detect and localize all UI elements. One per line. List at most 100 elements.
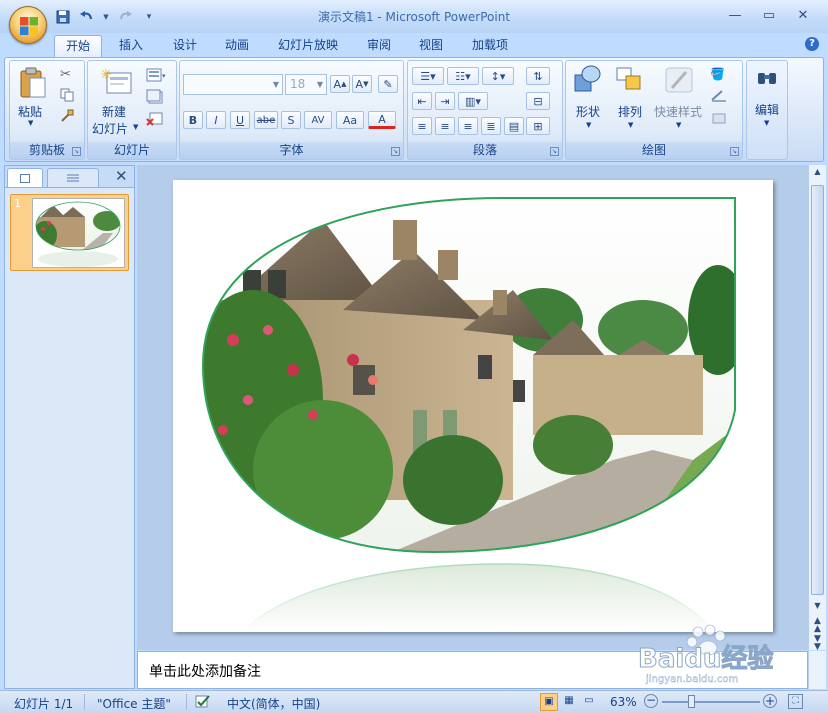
font-size-dropdown[interactable]: 18 ▼ xyxy=(285,74,327,95)
bullets-button[interactable]: ☰▾ xyxy=(412,67,444,85)
cut-icon[interactable]: ✂ xyxy=(60,67,71,82)
tab-slides-view[interactable] xyxy=(7,168,43,187)
spell-check-icon[interactable] xyxy=(194,694,212,713)
delete-slide-icon[interactable] xyxy=(146,111,164,130)
chevron-down-icon[interactable]: ▼ xyxy=(102,8,110,26)
slide-canvas[interactable] xyxy=(173,180,773,633)
customize-icon[interactable]: ▾ xyxy=(140,8,158,26)
scroll-up-icon[interactable]: ▲ xyxy=(811,167,824,181)
bold-button[interactable]: B xyxy=(183,111,203,129)
align-right-button[interactable]: ≡ xyxy=(458,117,478,135)
notes-pane[interactable]: 单击此处添加备注 xyxy=(137,651,808,689)
dialog-launcher-icon[interactable]: ↘ xyxy=(550,147,559,156)
shapes-button[interactable]: 形状 ▼ xyxy=(572,65,606,137)
dialog-launcher-icon[interactable]: ↘ xyxy=(730,147,739,156)
language-status[interactable]: 中文(简体，中国) xyxy=(227,695,320,712)
clear-format-button[interactable]: ✎ xyxy=(378,75,398,93)
dialog-launcher-icon[interactable]: ↘ xyxy=(391,147,400,156)
theme-name[interactable]: "Office 主题" xyxy=(97,695,171,712)
format-painter-icon[interactable] xyxy=(60,109,74,126)
chevron-down-icon: ▼ xyxy=(316,80,323,89)
scroll-thumb[interactable] xyxy=(811,185,824,595)
copy-icon[interactable] xyxy=(60,88,74,105)
tab-review[interactable]: 审阅 xyxy=(356,35,402,57)
help-icon[interactable]: ? xyxy=(805,37,819,51)
arrange-button[interactable]: 排列 ▼ xyxy=(614,65,648,137)
tab-design[interactable]: 设计 xyxy=(162,35,208,57)
chevron-down-icon: ▼ xyxy=(133,123,139,131)
group-paragraph: ☰▾ ☷▾ ↕▾ ⇅ ⇤ ⇥ ▥▾ ⊟ ≡ ≡ ≡ ≣ ▤ ⊞ 段落 ↘ xyxy=(407,60,563,160)
close-icon[interactable]: ✕ xyxy=(115,167,128,185)
zoom-out-icon[interactable]: − xyxy=(644,694,658,708)
minimize-icon[interactable]: — xyxy=(718,5,752,25)
zoom-level[interactable]: 63% xyxy=(610,695,637,709)
numbering-button[interactable]: ☷▾ xyxy=(447,67,479,85)
distribute-button[interactable]: ▤ xyxy=(504,117,524,135)
slide-counter: 幻灯片 1/1 xyxy=(14,697,74,711)
tab-addins[interactable]: 加载项 xyxy=(462,35,518,57)
tab-outline-view[interactable] xyxy=(47,168,99,187)
italic-button[interactable]: I xyxy=(206,111,226,129)
shadow-button[interactable]: S xyxy=(281,111,301,129)
reset-icon[interactable] xyxy=(146,89,164,108)
notes-scrollbar[interactable] xyxy=(808,651,826,689)
office-logo-icon xyxy=(20,17,38,35)
change-case-button[interactable]: Aa xyxy=(336,111,364,129)
oval-picture[interactable] xyxy=(173,180,773,633)
tab-slideshow[interactable]: 幻灯片放映 xyxy=(268,35,348,57)
group-editing[interactable]: 编辑 ▼ xyxy=(746,60,788,160)
shape-effects-icon[interactable] xyxy=(710,111,736,128)
columns-button[interactable]: ▥▾ xyxy=(458,92,488,110)
shrink-font-button[interactable]: A ▼ xyxy=(352,75,372,93)
normal-view-icon[interactable]: ▣ xyxy=(540,693,558,711)
title-bar: 演示文稿1 - Microsoft PowerPoint ▼ ▾ — ▭ ✕ xyxy=(0,0,828,33)
vertical-scrollbar[interactable]: ▲ ▼ ▲ ▲ ▼ ▼ xyxy=(808,165,826,652)
shape-outline-icon[interactable] xyxy=(710,89,736,106)
increase-indent-button[interactable]: ⇥ xyxy=(435,92,455,110)
next-slide-icon[interactable]: ▼ ▼ xyxy=(811,635,824,652)
save-icon[interactable] xyxy=(54,8,72,26)
tab-animation[interactable]: 动画 xyxy=(214,35,260,57)
office-button[interactable] xyxy=(9,6,47,44)
slide-sorter-icon[interactable]: ▦ xyxy=(560,693,578,711)
font-color-button[interactable]: A xyxy=(368,111,396,129)
quick-access-toolbar: ▼ ▾ xyxy=(54,7,158,27)
divider xyxy=(186,694,187,710)
line-spacing-button[interactable]: ↕▾ xyxy=(482,67,514,85)
underline-button[interactable]: U xyxy=(230,111,250,129)
strikethrough-button[interactable]: abe xyxy=(254,111,278,129)
shape-fill-icon[interactable]: 🪣 xyxy=(710,67,736,81)
zoom-in-icon[interactable]: + xyxy=(763,694,777,708)
prev-slide-icon[interactable]: ▲ ▲ xyxy=(811,617,824,634)
tab-home[interactable]: 开始 xyxy=(54,35,102,57)
align-left-button[interactable]: ≡ xyxy=(412,117,432,135)
close-icon[interactable]: ✕ xyxy=(786,5,820,25)
undo-icon[interactable] xyxy=(78,8,96,26)
align-center-button[interactable]: ≡ xyxy=(435,117,455,135)
char-spacing-button[interactable]: AV xyxy=(304,111,332,129)
quick-styles-button[interactable]: 快速样式 ▼ xyxy=(654,65,706,137)
slide-workspace xyxy=(137,165,810,650)
slide-thumbnail-selected[interactable]: 1 xyxy=(10,194,129,271)
zoom-slider-thumb[interactable] xyxy=(688,695,695,708)
text-direction-button[interactable]: ⇅ xyxy=(526,67,550,85)
redo-icon[interactable] xyxy=(116,8,134,26)
group-clipboard: 粘贴 ▼ ✂ 剪贴板 ↘ xyxy=(9,60,85,160)
decrease-indent-button[interactable]: ⇤ xyxy=(412,92,432,110)
dialog-launcher-icon[interactable]: ↘ xyxy=(72,147,81,156)
smartart-button[interactable]: ⊞ xyxy=(526,117,550,135)
slideshow-icon[interactable]: ▭ xyxy=(580,693,598,711)
scroll-down-icon[interactable]: ▼ xyxy=(811,601,824,610)
new-slide-button[interactable]: ✳ 新建 幻灯片 ▼ xyxy=(92,67,142,137)
font-name-dropdown[interactable]: ▼ xyxy=(183,74,283,95)
fit-window-icon[interactable]: ⛶ xyxy=(788,694,803,709)
paste-button[interactable]: 粘贴 ▼ xyxy=(18,67,48,131)
tab-view[interactable]: 视图 xyxy=(408,35,454,57)
grow-font-button[interactable]: A ▲ xyxy=(330,75,350,93)
justify-button[interactable]: ≣ xyxy=(481,117,501,135)
tab-insert[interactable]: 插入 xyxy=(108,35,154,57)
align-text-button[interactable]: ⊟ xyxy=(526,92,550,110)
zoom-slider-track[interactable] xyxy=(662,701,760,703)
layout-icon[interactable]: ▾ xyxy=(146,67,168,86)
maximize-icon[interactable]: ▭ xyxy=(752,5,786,25)
